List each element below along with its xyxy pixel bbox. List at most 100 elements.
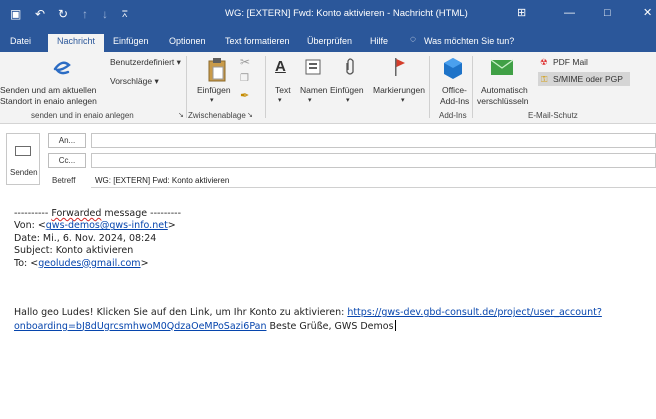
down-arrow-icon[interactable]: ↓ — [102, 7, 108, 21]
smime-label: S/MIME oder PGP — [553, 74, 623, 84]
date-line: Date: Mi., 6. Nov. 2024, 08:24 — [14, 232, 157, 244]
up-arrow-icon[interactable]: ↑ — [82, 7, 88, 21]
from-email-link[interactable]: gws-demos@gws-info.net — [46, 220, 168, 231]
auto-encrypt-icon[interactable] — [490, 58, 514, 76]
group-label-addins: Add-Ins — [439, 111, 467, 120]
subject-field[interactable]: WG: [EXTERN] Fwd: Konto aktivieren — [91, 173, 656, 188]
text-cursor — [394, 319, 396, 331]
to-bracket: > — [140, 257, 149, 269]
cc-field[interactable] — [91, 153, 656, 168]
send-label: Senden — [10, 168, 38, 177]
tab-ueberpruefen[interactable]: Überprüfen — [307, 36, 352, 46]
office-addins-button-line2[interactable]: Add-Ins — [440, 96, 469, 106]
dropdown-icon[interactable]: ▾ — [401, 96, 405, 104]
to-label: To: < — [14, 257, 39, 269]
tab-optionen[interactable]: Optionen — [169, 36, 206, 46]
activation-link[interactable]: https://gws-dev.gbd-consult.de/project/u… — [347, 307, 602, 318]
cut-icon[interactable]: ✂ — [240, 55, 250, 69]
forward-separator: ---------- — [14, 208, 52, 219]
text-format-icon[interactable]: A — [275, 58, 286, 75]
group-label-enaio: senden und in enaio anlegen — [31, 111, 134, 120]
tab-nachricht[interactable]: Nachricht — [48, 34, 105, 52]
tab-datei[interactable]: Datei — [10, 36, 31, 46]
group-label-email-security: E-Mail-Schutz — [528, 111, 578, 120]
lightbulb-icon: ◌ — [410, 34, 416, 45]
window-title: WG: [EXTERN] Fwd: Konto aktivieren - Nac… — [225, 8, 468, 19]
closing-text: Beste Grüße, GWS Demos — [266, 320, 394, 332]
message-intro: Hallo geo Ludes! Klicken Sie auf den Lin… — [14, 307, 348, 319]
copy-icon[interactable]: ❐ — [240, 73, 249, 84]
paste-button[interactable]: Einfügen — [197, 85, 231, 95]
text-button[interactable]: Text — [275, 85, 291, 95]
format-painter-icon[interactable]: ✒ — [240, 89, 249, 102]
redo-icon[interactable]: ↻ — [58, 7, 68, 21]
undo-icon[interactable]: ↶ — [35, 7, 45, 21]
send-button[interactable]: Senden — [6, 133, 40, 185]
to-field[interactable] — [91, 133, 656, 148]
customize-qat-icon[interactable]: ⩞ — [122, 7, 127, 21]
close-icon[interactable]: ✕ — [643, 5, 652, 21]
enaio-send-line2[interactable]: Standort in enaio anlegen — [0, 96, 97, 106]
attach-icon[interactable] — [343, 57, 357, 77]
tell-me-search[interactable]: Was möchten Sie tun? — [424, 36, 514, 46]
office-addins-button-line1[interactable]: Office- — [442, 85, 467, 95]
from-bracket: > — [167, 220, 176, 232]
benutzerdefiniert-label: Benutzerdefiniert — [110, 57, 175, 67]
group-separator — [186, 56, 187, 118]
key-icon: ⚿ — [541, 74, 548, 84]
ribbon: Senden und am aktuellen Standort in enai… — [0, 52, 656, 124]
forward-separator-end: message --------- — [101, 208, 181, 219]
title-bar: ▣ ↶ ↻ ↑ ↓ ⩞ WG: [EXTERN] Fwd: Konto akti… — [0, 0, 656, 30]
dropdown-icon[interactable]: ▾ — [308, 96, 312, 104]
tab-hilfe[interactable]: Hilfe — [370, 36, 388, 46]
message-line-1: Hallo geo Ludes! Klicken Sie auf den Lin… — [14, 307, 650, 319]
markierungen-button[interactable]: Markierungen — [373, 85, 425, 95]
message-body[interactable]: ---------- Forwarded message --------- V… — [14, 208, 650, 332]
ribbon-display-icon[interactable]: ⊞ — [517, 5, 526, 21]
to-line: To: <geoludes@gmail.com> — [14, 258, 650, 270]
dropdown-icon[interactable]: ▾ — [346, 96, 350, 104]
forward-header: ---------- Forwarded message --------- — [14, 208, 650, 220]
to-button[interactable]: An... — [48, 133, 86, 148]
vorschlaege-button[interactable]: Vorschläge ▾ — [110, 76, 159, 87]
dropdown-icon: ▾ — [154, 76, 159, 86]
activation-link-continued[interactable]: onboarding=bJ8dUgrcsmhwoM0QdzaOeMPoSazi6… — [14, 321, 266, 332]
ribbon-tabs: Datei Nachricht Einfügen Optionen Text f… — [0, 30, 656, 52]
office-addins-icon[interactable] — [442, 57, 464, 81]
from-line: Von: <gws-demos@gws-info.net> — [14, 220, 650, 232]
paste-icon[interactable] — [206, 57, 228, 83]
maximize-icon[interactable]: □ — [604, 5, 611, 21]
subject-label: Betreff — [52, 176, 76, 185]
minimize-icon[interactable]: — — [564, 5, 575, 21]
subject-line: Subject: Konto aktivieren — [14, 245, 134, 257]
auto-encrypt-button-line1[interactable]: Automatisch — [481, 85, 528, 95]
flag-icon[interactable] — [393, 57, 407, 77]
dropdown-icon[interactable]: ▾ — [278, 96, 282, 104]
vorschlaege-label: Vorschläge — [110, 76, 153, 86]
group-separator — [429, 56, 430, 118]
enaio-send-line1[interactable]: Senden und am aktuellen — [0, 85, 96, 95]
group-separator — [265, 56, 266, 118]
tab-einfuegen[interactable]: Einfügen — [113, 36, 149, 46]
from-label: Von: < — [14, 220, 46, 232]
address-book-icon[interactable] — [305, 59, 321, 75]
to-email-link[interactable]: geoludes@gmail.com — [38, 258, 140, 269]
enaio-icon[interactable] — [52, 58, 72, 76]
namen-button[interactable]: Namen — [300, 85, 327, 95]
save-icon[interactable]: ▣ — [10, 7, 21, 21]
pdf-mail-button[interactable]: PDF Mail — [553, 57, 588, 67]
send-icon — [15, 146, 31, 156]
dropdown-icon: ▾ — [176, 57, 181, 67]
cc-button[interactable]: Cc... — [48, 153, 86, 168]
benutzerdefiniert-button[interactable]: Benutzerdefiniert ▾ — [110, 57, 181, 68]
einfuegen-button[interactable]: Einfügen — [330, 85, 364, 95]
tab-text-formatieren[interactable]: Text formatieren — [225, 36, 290, 46]
dialog-launcher-icon[interactable]: ↘ — [178, 111, 184, 119]
dropdown-icon[interactable]: ▾ — [210, 96, 214, 104]
dialog-launcher-icon[interactable]: ↘ — [247, 111, 253, 119]
group-separator — [472, 56, 473, 118]
auto-encrypt-button-line2[interactable]: verschlüsseln — [477, 96, 529, 106]
